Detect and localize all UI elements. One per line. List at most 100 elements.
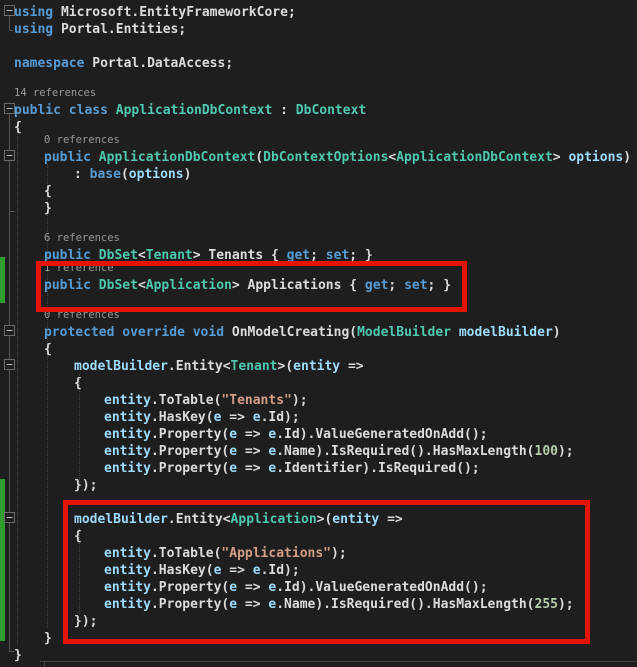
code-token: ;	[388, 278, 404, 293]
code-token: .Property(	[151, 597, 229, 612]
code-token: e	[229, 580, 237, 595]
code-line[interactable]: : base(options)	[0, 166, 637, 183]
code-token: =>	[340, 359, 363, 374]
code-line[interactable]: public ApplicationDbContext(DbContextOpt…	[0, 149, 637, 166]
fold-collapse-toggle[interactable]: −	[4, 150, 15, 161]
fold-collapse-toggle[interactable]: −	[4, 512, 15, 523]
code-token: options	[129, 167, 184, 182]
code-token: >(	[278, 359, 294, 374]
code-line[interactable]: {	[0, 183, 637, 200]
code-token: get	[287, 248, 310, 263]
code-token: .Name).IsRequired().HasMaxLength(	[276, 444, 534, 459]
code-token: =>	[221, 563, 252, 578]
code-token: Portal.DataAccess;	[84, 56, 233, 71]
code-token: .Entity<	[168, 359, 231, 374]
code-line[interactable]: }	[0, 630, 637, 647]
code-line[interactable]: public class ApplicationDbContext : DbCo…	[0, 102, 637, 119]
code-token: set	[326, 248, 349, 263]
codelens-references[interactable]: 0 references	[0, 134, 637, 147]
code-token: }	[44, 631, 52, 646]
code-token: .Id).ValueGeneratedOnAdd();	[276, 580, 487, 595]
code-line[interactable]: modelBuilder.Entity<Tenant>(entity =>	[0, 358, 637, 375]
code-token: (	[121, 167, 129, 182]
code-token: );	[292, 393, 308, 408]
code-token: entity	[104, 393, 151, 408]
code-line[interactable]: protected override void OnModelCreating(…	[0, 324, 637, 341]
code-line	[0, 36, 637, 53]
code-token: OnModelCreating(	[224, 325, 357, 340]
code-token: );	[331, 546, 347, 561]
code-line	[0, 292, 637, 309]
code-token: .Property(	[151, 427, 229, 442]
code-token: )	[553, 325, 561, 340]
code-line[interactable]: {	[0, 375, 637, 392]
code-token: =>	[379, 512, 402, 527]
code-token: .HasKey(	[151, 563, 214, 578]
code-line[interactable]: entity.Property(e => e.Name).IsRequired(…	[0, 443, 637, 460]
code-line[interactable]: entity.ToTable("Applications");	[0, 545, 637, 562]
code-token: e	[229, 427, 237, 442]
code-token: }	[44, 201, 52, 216]
code-token: Microsoft.EntityFrameworkCore;	[53, 5, 296, 20]
code-token: <	[138, 278, 146, 293]
code-token: e	[229, 461, 237, 476]
code-token: );	[558, 597, 574, 612]
code-area[interactable]: using Microsoft.EntityFrameworkCore;usin…	[0, 2, 637, 662]
code-line[interactable]: });	[0, 613, 637, 630]
code-token: DbSet	[99, 248, 138, 263]
code-token: DbContext	[296, 103, 366, 118]
code-token	[61, 103, 69, 118]
code-token: "Applications"	[221, 546, 331, 561]
fold-collapse-toggle[interactable]: −	[4, 359, 15, 370]
code-token: =>	[237, 580, 268, 595]
code-line[interactable]: entity.Property(e => e.Id).ValueGenerate…	[0, 426, 637, 443]
fold-collapse-toggle[interactable]: −	[4, 103, 15, 114]
code-token: :	[74, 167, 90, 182]
code-line[interactable]: modelBuilder.Entity<Application>(entity …	[0, 511, 637, 528]
fold-collapse-toggle[interactable]: −	[4, 5, 15, 16]
code-token: void	[193, 325, 224, 340]
code-token: ; }	[428, 278, 451, 293]
code-line[interactable]: entity.Property(e => e.Identifier).IsReq…	[0, 460, 637, 477]
code-token: .Identifier).IsRequired();	[276, 461, 480, 476]
fold-collapse-toggle[interactable]: −	[4, 325, 15, 336]
code-token: <	[138, 248, 146, 263]
code-token	[91, 248, 99, 263]
code-token: override	[122, 325, 185, 340]
codelens-references[interactable]: 6 references	[0, 232, 637, 245]
code-line[interactable]: entity.ToTable("Tenants");	[0, 392, 637, 409]
codelens-references[interactable]: 0 references	[0, 309, 637, 322]
code-line[interactable]: entity.HasKey(e => e.Id);	[0, 562, 637, 579]
code-token: entity	[104, 563, 151, 578]
code-line[interactable]: {	[0, 341, 637, 358]
code-line[interactable]: entity.Property(e => e.Id).ValueGenerate…	[0, 579, 637, 596]
code-token: .Id);	[261, 563, 300, 578]
code-token: entity	[104, 597, 151, 612]
code-line[interactable]: {	[0, 528, 637, 545]
code-token: Tenant	[146, 248, 193, 263]
code-token: });	[74, 614, 97, 629]
codelens-references[interactable]: 14 references	[0, 87, 637, 100]
code-token: 255	[535, 597, 558, 612]
code-token: public	[44, 248, 91, 263]
code-line[interactable]: entity.HasKey(e => e.Id);	[0, 409, 637, 426]
code-line	[0, 70, 637, 87]
code-token: ApplicationDbContext	[99, 150, 256, 165]
code-token: .ToTable(	[151, 393, 221, 408]
codelens-references[interactable]: 1 reference	[0, 262, 637, 275]
code-token: get	[365, 278, 388, 293]
code-token: > Applications {	[232, 278, 365, 293]
code-token: using	[14, 5, 53, 20]
code-token: entity	[104, 461, 151, 476]
code-token: .Id);	[261, 410, 300, 425]
code-token: entity	[293, 359, 340, 374]
code-token	[108, 103, 116, 118]
code-token: Tenant	[231, 359, 278, 374]
code-token: e	[253, 410, 261, 425]
code-token: )	[184, 167, 192, 182]
code-token: });	[74, 478, 97, 493]
code-line[interactable]: entity.Property(e => e.Name).IsRequired(…	[0, 596, 637, 613]
code-line[interactable]: using Microsoft.EntityFrameworkCore;	[0, 4, 637, 21]
code-token: >(	[317, 512, 333, 527]
code-token: .Property(	[151, 461, 229, 476]
